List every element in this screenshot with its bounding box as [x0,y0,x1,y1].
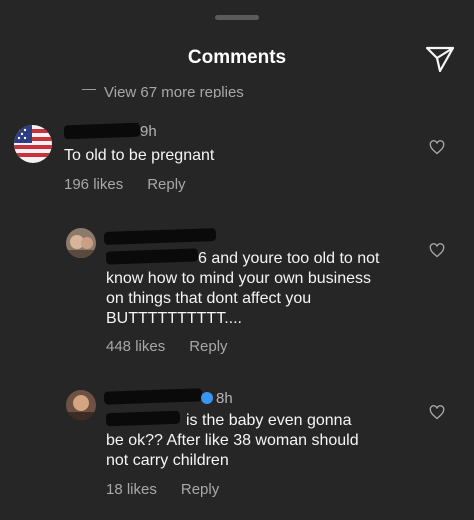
avatar[interactable] [66,228,96,258]
divider [82,88,96,90]
paper-plane-icon[interactable] [425,45,455,73]
comment-line: 6 and youre too old to not [198,250,380,267]
comment-timestamp: 8h [216,390,233,407]
reply-button[interactable]: Reply [189,338,227,355]
comment-text: 6 and youre too old to not know how to m… [106,249,416,329]
comment-actions: 18 likes Reply [106,481,219,498]
sheet-grabber-handle[interactable] [215,15,259,20]
verified-badge-icon [201,392,213,404]
comment-line: BUTTTTTTTTTT.... [106,310,242,327]
view-more-replies[interactable]: View 67 more replies [82,80,244,98]
comment-actions: 448 likes Reply [106,338,228,355]
like-count[interactable]: 448 likes [106,338,165,355]
heart-outline-icon[interactable] [429,140,445,155]
heart-outline-icon[interactable] [429,405,445,420]
comment-actions: 196 likes Reply [64,176,186,193]
comment-line: be ok?? After like 38 woman should [106,432,359,449]
avatar[interactable] [66,390,96,420]
heart-outline-icon[interactable] [429,243,445,258]
comment-line: on things that dont affect you [106,290,312,307]
page-title: Comments [187,47,287,68]
redacted-username [103,388,203,405]
comment-line: is the baby even gonna [186,412,352,429]
comment-text: is the baby even gonna be ok?? After lik… [106,411,416,471]
like-count[interactable]: 18 likes [106,481,157,498]
comment-timestamp: 9h [140,123,157,140]
view-more-replies-label: View 67 more replies [104,83,244,99]
avatar[interactable] [14,125,52,163]
comment-line: not carry children [106,452,229,469]
redacted-username [63,122,141,140]
redacted-username [103,228,217,245]
comment-text: To old to be pregnant [64,147,215,164]
reply-button[interactable]: Reply [181,481,219,498]
like-count[interactable]: 196 likes [64,176,123,193]
comment-line: know how to mind your own business [106,270,372,287]
reply-button[interactable]: Reply [147,176,185,193]
